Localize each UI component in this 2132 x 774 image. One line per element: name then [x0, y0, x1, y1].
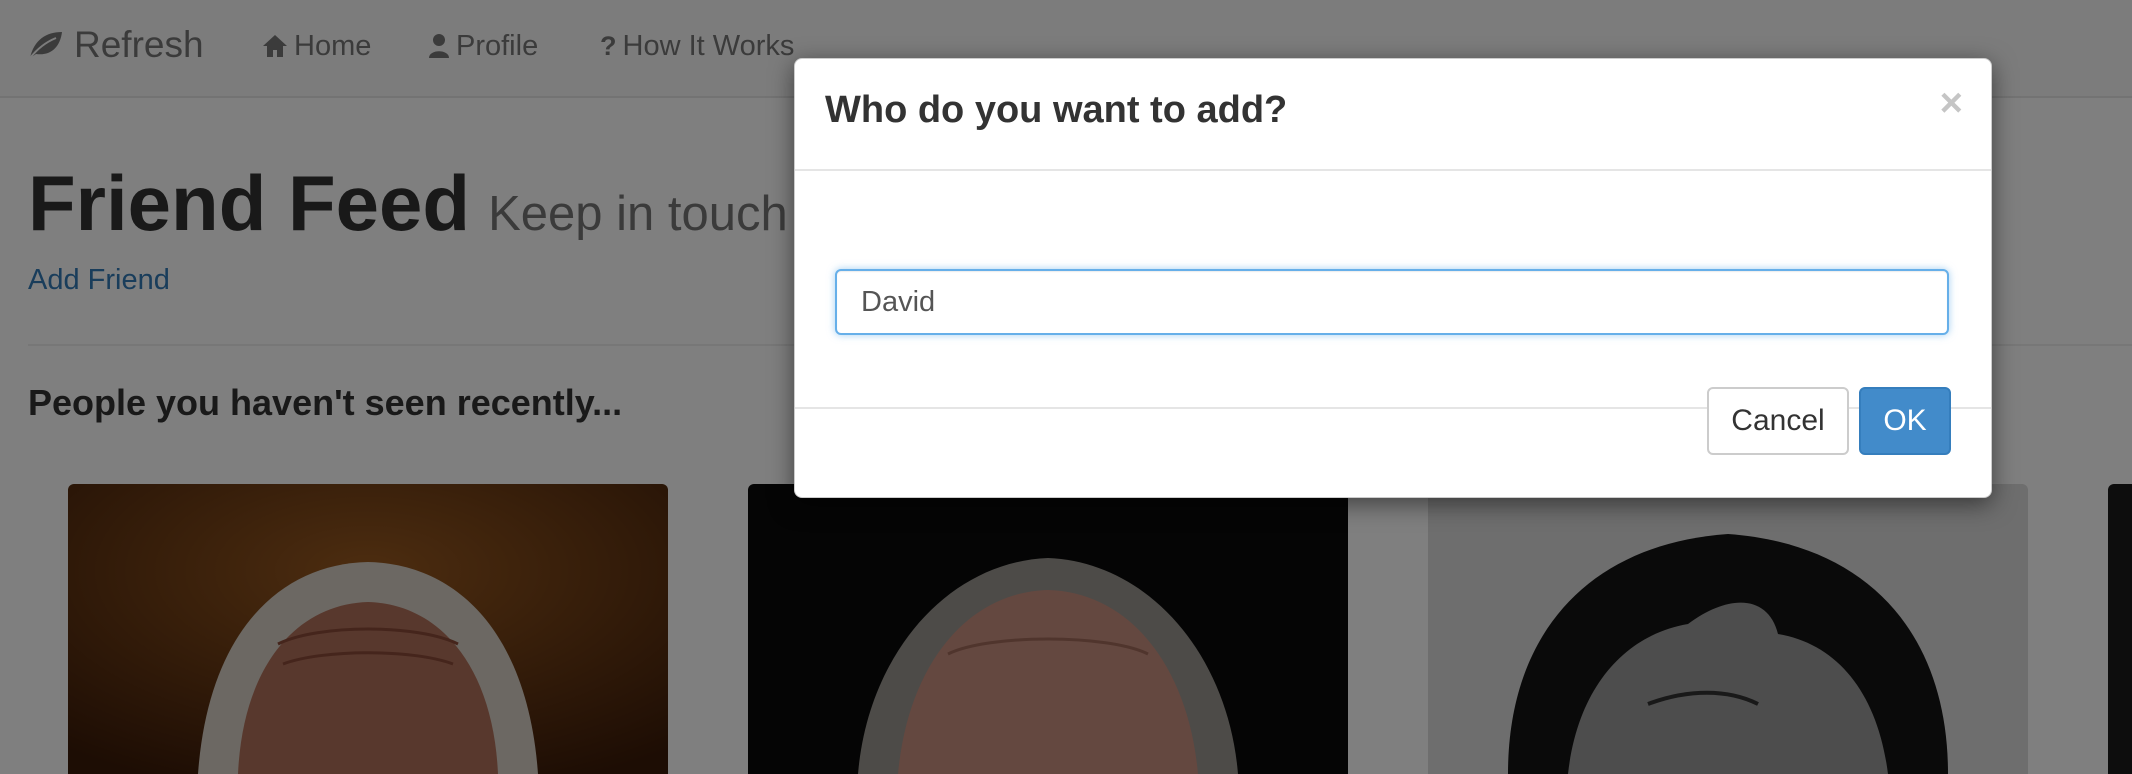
cancel-button[interactable]: Cancel [1707, 387, 1849, 455]
friend-name-input[interactable] [835, 269, 1949, 335]
dialog-header: Who do you want to add? × [795, 59, 1991, 171]
close-icon[interactable]: × [1940, 83, 1963, 123]
ok-button[interactable]: OK [1859, 387, 1951, 455]
add-friend-dialog: Who do you want to add? × Cancel OK [794, 58, 1992, 498]
dialog-title: Who do you want to add? [825, 89, 1288, 131]
dialog-body [795, 171, 1991, 409]
